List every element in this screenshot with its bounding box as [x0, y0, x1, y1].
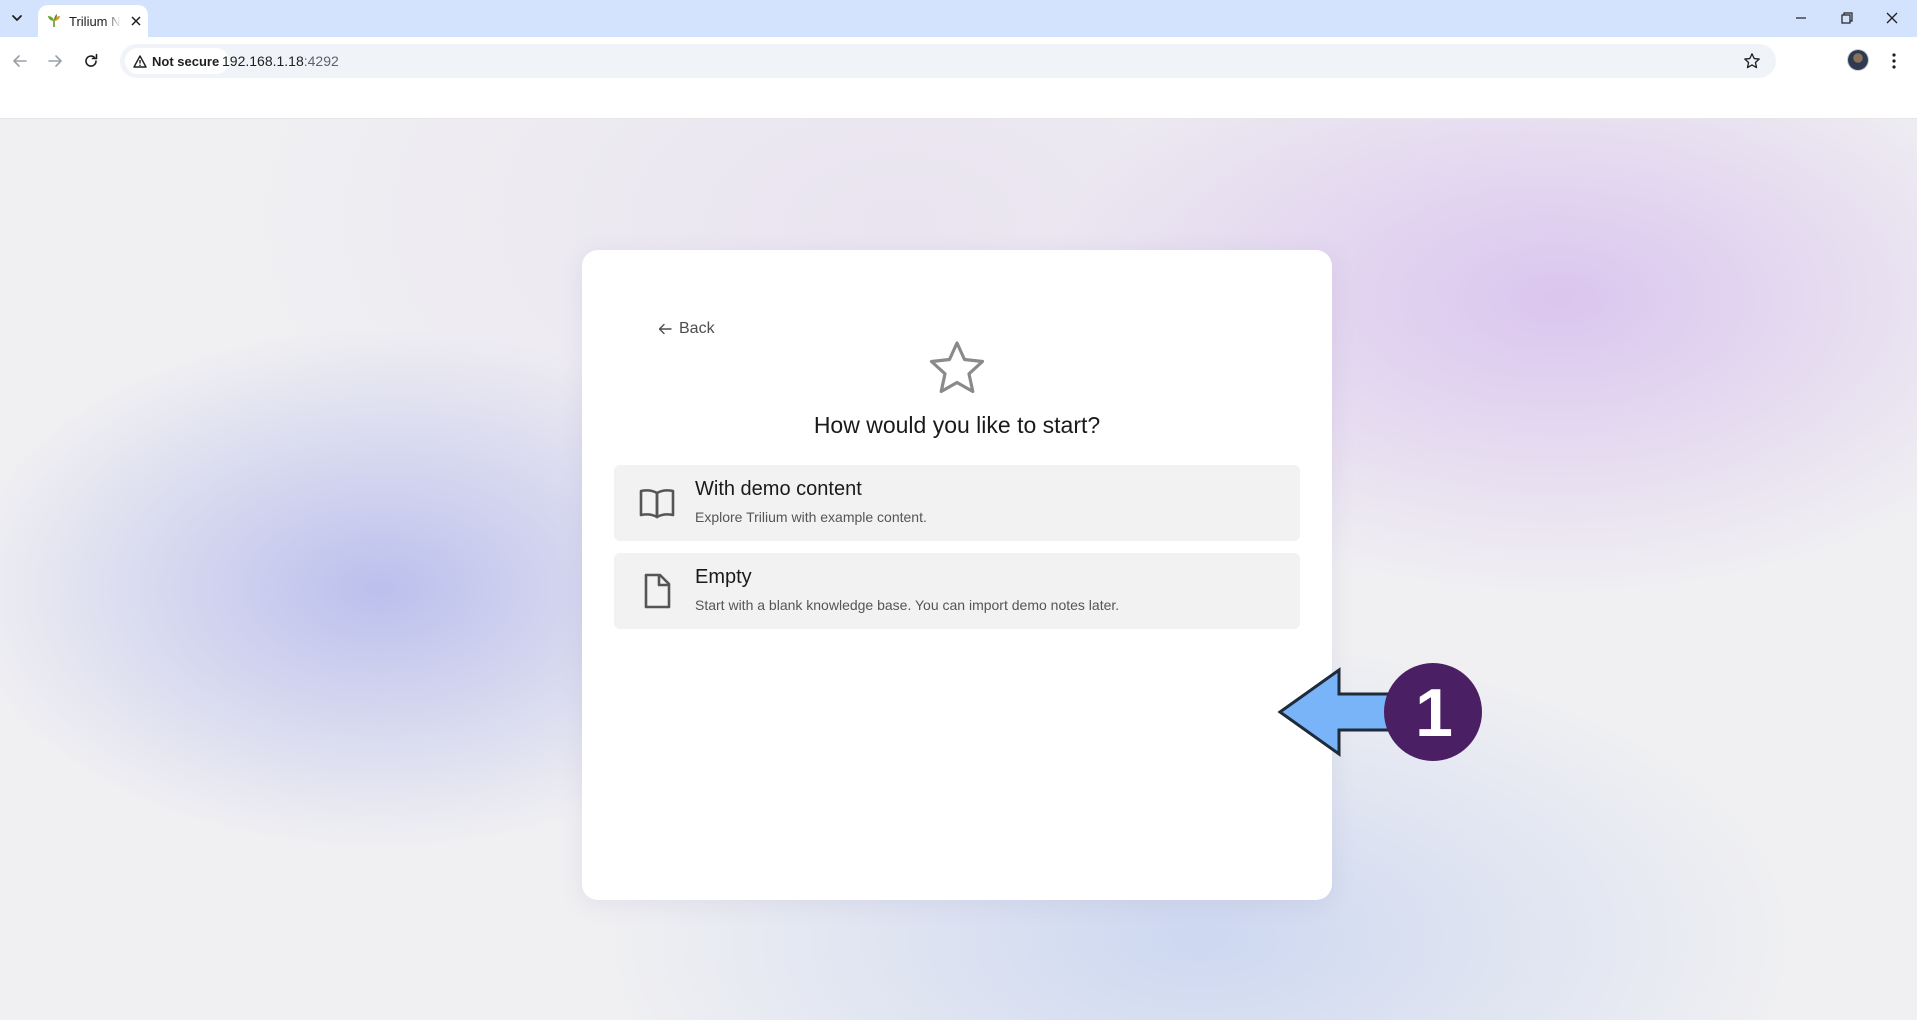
- blank-file-icon: [638, 572, 676, 610]
- arrow-left-icon: [13, 55, 27, 67]
- bookmark-star-button[interactable]: [1742, 51, 1762, 71]
- option-demo-content[interactable]: With demo content Explore Trilium with e…: [614, 465, 1300, 541]
- close-window-button[interactable]: [1877, 4, 1907, 32]
- arrow-right-icon: [48, 55, 62, 67]
- warning-triangle-icon: [133, 54, 147, 68]
- arrow-left-icon: [658, 323, 672, 335]
- option-title: Empty: [695, 566, 752, 588]
- reload-button[interactable]: [78, 48, 104, 74]
- chevron-down-icon: [12, 15, 22, 21]
- browser-toolbar: Not secure 192.168.1.18:4292: [0, 37, 1917, 84]
- back-link[interactable]: Back: [658, 320, 715, 338]
- option-empty[interactable]: Empty Start with a blank knowledge base.…: [614, 553, 1300, 629]
- url-text[interactable]: 192.168.1.18:4292: [222, 44, 339, 78]
- option-description: Explore Trilium with example content.: [695, 509, 927, 525]
- option-title: With demo content: [695, 478, 862, 500]
- step-callout: 1: [1277, 663, 1482, 761]
- close-icon: [1886, 12, 1898, 24]
- minimize-icon: [1796, 17, 1806, 19]
- forward-nav-button[interactable]: [42, 48, 68, 74]
- back-nav-button[interactable]: [7, 48, 33, 74]
- option-description: Start with a blank knowledge base. You c…: [695, 597, 1120, 613]
- star-outline-icon: [1744, 53, 1760, 69]
- not-secure-label: Not secure: [152, 53, 220, 69]
- open-book-icon: [638, 484, 676, 522]
- tab-title: Trilium Notes: [69, 13, 121, 29]
- star-outline-icon: [927, 338, 987, 398]
- url-port: :4292: [303, 53, 339, 69]
- back-label: Back: [679, 320, 715, 337]
- site-security-chip[interactable]: Not secure: [125, 48, 230, 74]
- url-host: 192.168.1.18: [222, 53, 304, 69]
- profile-avatar[interactable]: [1848, 50, 1868, 70]
- trilium-leaf-icon: [46, 13, 62, 29]
- tab-search-button[interactable]: [4, 6, 30, 30]
- address-bar[interactable]: Not secure 192.168.1.18:4292: [120, 44, 1776, 78]
- page-top-strip: [0, 84, 1917, 119]
- page-title: How would you like to start?: [813, 412, 1101, 438]
- restore-icon: [1841, 12, 1853, 24]
- browser-tab-trilium[interactable]: Trilium Notes: [38, 5, 148, 37]
- minimize-window-button[interactable]: [1786, 4, 1816, 32]
- reload-icon: [85, 53, 98, 67]
- setup-card: Back How would you like to start? With d…: [582, 250, 1332, 900]
- browser-tabstrip: Trilium Notes: [0, 0, 1917, 37]
- restore-window-button[interactable]: [1832, 4, 1862, 32]
- browser-menu-button[interactable]: [1882, 48, 1906, 74]
- callout-number: 1: [1415, 675, 1453, 751]
- three-dots-vertical-icon: [1892, 53, 1896, 69]
- page-viewport: Back How would you like to start? With d…: [0, 119, 1917, 1020]
- close-tab-icon[interactable]: [128, 13, 144, 29]
